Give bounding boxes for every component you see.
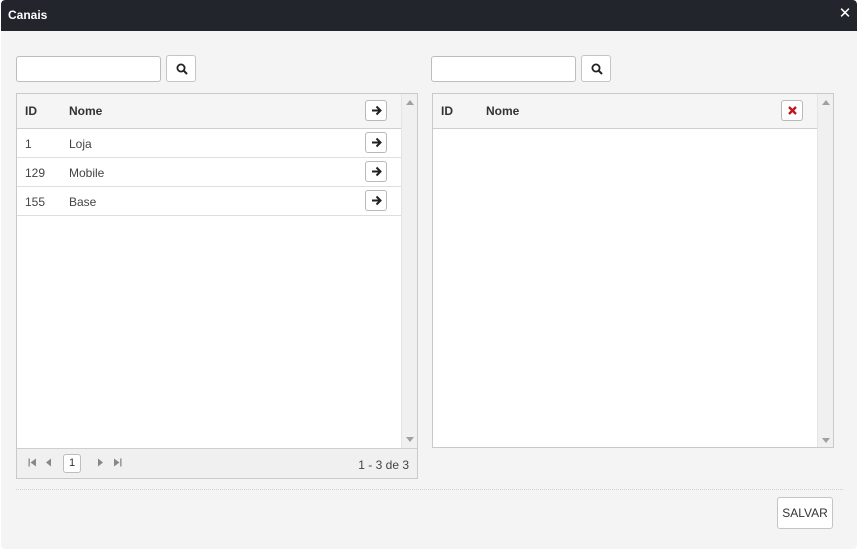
next-page-icon[interactable] (97, 458, 104, 467)
add-row-button[interactable] (365, 190, 387, 211)
table-row: 129 Mobile (17, 158, 401, 187)
arrow-right-icon (372, 137, 382, 148)
column-header-nome: Nome (69, 104, 103, 118)
selected-channels-grid: ID Nome (432, 93, 834, 448)
first-page-icon[interactable] (28, 458, 37, 467)
scroll-down-arrow-icon[interactable] (406, 437, 414, 442)
page-number-current[interactable]: 1 (63, 454, 81, 473)
search-icon (591, 63, 603, 75)
cell-nome: Base (69, 195, 97, 209)
arrow-right-icon (372, 166, 382, 177)
table-row: 155 Base (17, 187, 401, 216)
left-search-input[interactable] (16, 56, 161, 82)
scroll-down-arrow-icon[interactable] (822, 438, 830, 443)
footer-divider (16, 489, 843, 490)
cell-id: 1 (25, 137, 32, 151)
right-search-button[interactable] (581, 55, 611, 82)
dialog-titlebar: Canais ✕ (1, 0, 857, 31)
available-channels-grid: ID Nome 1 Loja 129 Mobile 155 Base 1 1 -… (16, 93, 418, 479)
canais-dialog: Canais ✕ ID Nome 1 Loja 129 Mobile 155 B… (1, 0, 857, 549)
previous-page-icon[interactable] (45, 458, 52, 467)
grid-header: ID Nome (17, 94, 401, 129)
save-button[interactable]: SALVAR (777, 497, 833, 529)
arrow-right-icon (372, 105, 382, 116)
grid-pager: 1 1 - 3 de 3 (17, 448, 417, 478)
remove-all-button[interactable] (781, 100, 803, 121)
last-page-icon[interactable] (113, 458, 122, 467)
vertical-scrollbar[interactable] (817, 94, 833, 447)
scroll-up-arrow-icon[interactable] (406, 100, 414, 105)
dialog-title: Canais (8, 8, 48, 22)
add-row-button[interactable] (365, 161, 387, 182)
vertical-scrollbar[interactable] (401, 94, 417, 448)
left-search-button[interactable] (166, 55, 196, 82)
cell-id: 155 (25, 195, 46, 209)
column-header-id: ID (25, 104, 37, 118)
arrow-right-icon (372, 195, 382, 206)
grid-header: ID Nome (433, 94, 817, 129)
search-icon (176, 63, 188, 75)
cell-nome: Mobile (69, 166, 105, 180)
add-row-button[interactable] (365, 132, 387, 153)
right-search-input[interactable] (431, 56, 576, 82)
scroll-up-arrow-icon[interactable] (822, 100, 830, 105)
column-header-id: ID (441, 104, 453, 118)
add-all-button[interactable] (365, 100, 387, 121)
close-icon[interactable]: ✕ (838, 6, 852, 22)
remove-icon (788, 106, 797, 115)
cell-id: 129 (25, 166, 46, 180)
cell-nome: Loja (69, 137, 92, 151)
pager-info: 1 - 3 de 3 (358, 458, 409, 472)
column-header-nome: Nome (486, 104, 520, 118)
table-row: 1 Loja (17, 129, 401, 158)
